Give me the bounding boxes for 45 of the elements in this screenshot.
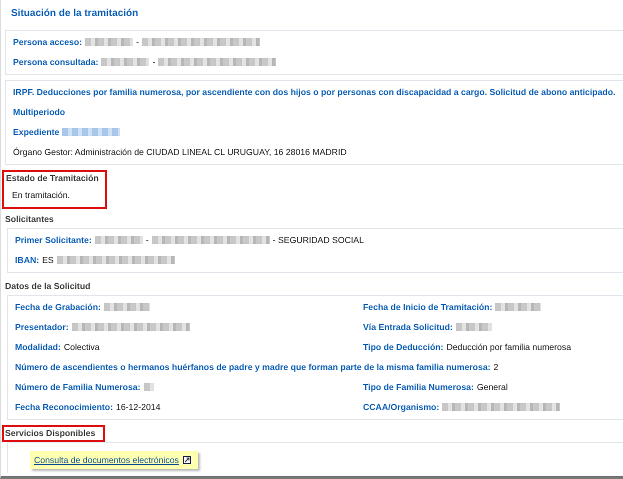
field-value: - SEGURIDAD SOCIAL: [272, 235, 364, 245]
section-heading: Solicitantes: [5, 213, 54, 226]
field-label: IBAN:: [15, 255, 40, 265]
field-label: Tipo de Familia Numerosa:: [363, 382, 474, 392]
manager-text: Órgano Gestor: Administración de CIUDAD LINEAL CL URUGUAY, 16 28016 MADRID: [13, 147, 347, 157]
field-label: Fecha Reconocimiento:: [15, 402, 113, 412]
field-label: Fecha de Grabación:: [15, 302, 101, 312]
field-label: Presentador:: [15, 322, 69, 332]
field-label: Número de ascendientes o hermanos huérfanos de padre y madre que forman parte de la misma familia numerosa:: [15, 362, 491, 372]
field-value: Deducción por familia numerosa: [446, 342, 572, 352]
field-label: Modalidad:: [15, 342, 61, 352]
field-label: Primer Solicitante:: [15, 235, 92, 245]
redacted-value: [144, 383, 154, 391]
field-label: Fecha de Inicio de Tramitación:: [363, 302, 492, 312]
field-value: General: [476, 382, 508, 392]
field-value: -: [146, 235, 149, 245]
procedure-heading: IRPF. Deducciones por familia numerosa, por ascendiente con dos hijos o por personas con discapacidad a cargo. Solicitud de abono anticipado.: [13, 87, 616, 97]
section-heading: Servicios Disponibles: [5, 427, 96, 440]
field-label: Persona acceso:: [13, 37, 82, 47]
section-heading: Estado de Tramitación: [5, 172, 99, 185]
field-value: -: [152, 57, 156, 67]
page-title: Situación de la tramitación: [10, 7, 140, 21]
redacted-value: [495, 303, 542, 311]
redacted-value: [456, 323, 492, 331]
period-label: Multiperiodo: [13, 107, 66, 117]
redacted-value: [104, 303, 150, 311]
external-link-icon: [182, 456, 191, 464]
field-value: 2: [494, 362, 498, 372]
section-heading: Datos de la Solicitud: [5, 280, 90, 293]
field-label: Número de Familia Numerosa:: [15, 382, 141, 392]
redacted-value: [62, 128, 120, 136]
file-label: Expediente: [13, 127, 60, 137]
redacted-value: [101, 58, 150, 66]
field-label: Persona consultada:: [13, 57, 98, 67]
field-value: -: [136, 37, 139, 47]
status-text: En tramitación.: [12, 190, 70, 200]
field-value: ES: [42, 255, 54, 265]
redacted-value: [85, 38, 134, 46]
field-value: 16-12-2014: [116, 402, 160, 412]
redacted-value: [94, 236, 143, 244]
field-value: Colectiva: [64, 342, 100, 352]
documents-link[interactable]: Consulta de documentos electrónicos: [30, 451, 198, 469]
field-label: Tipo de Deducción:: [363, 342, 444, 352]
field-label: Vía Entrada Solicitud:: [363, 322, 453, 332]
field-label: CCAA/Organismo:: [363, 402, 440, 412]
